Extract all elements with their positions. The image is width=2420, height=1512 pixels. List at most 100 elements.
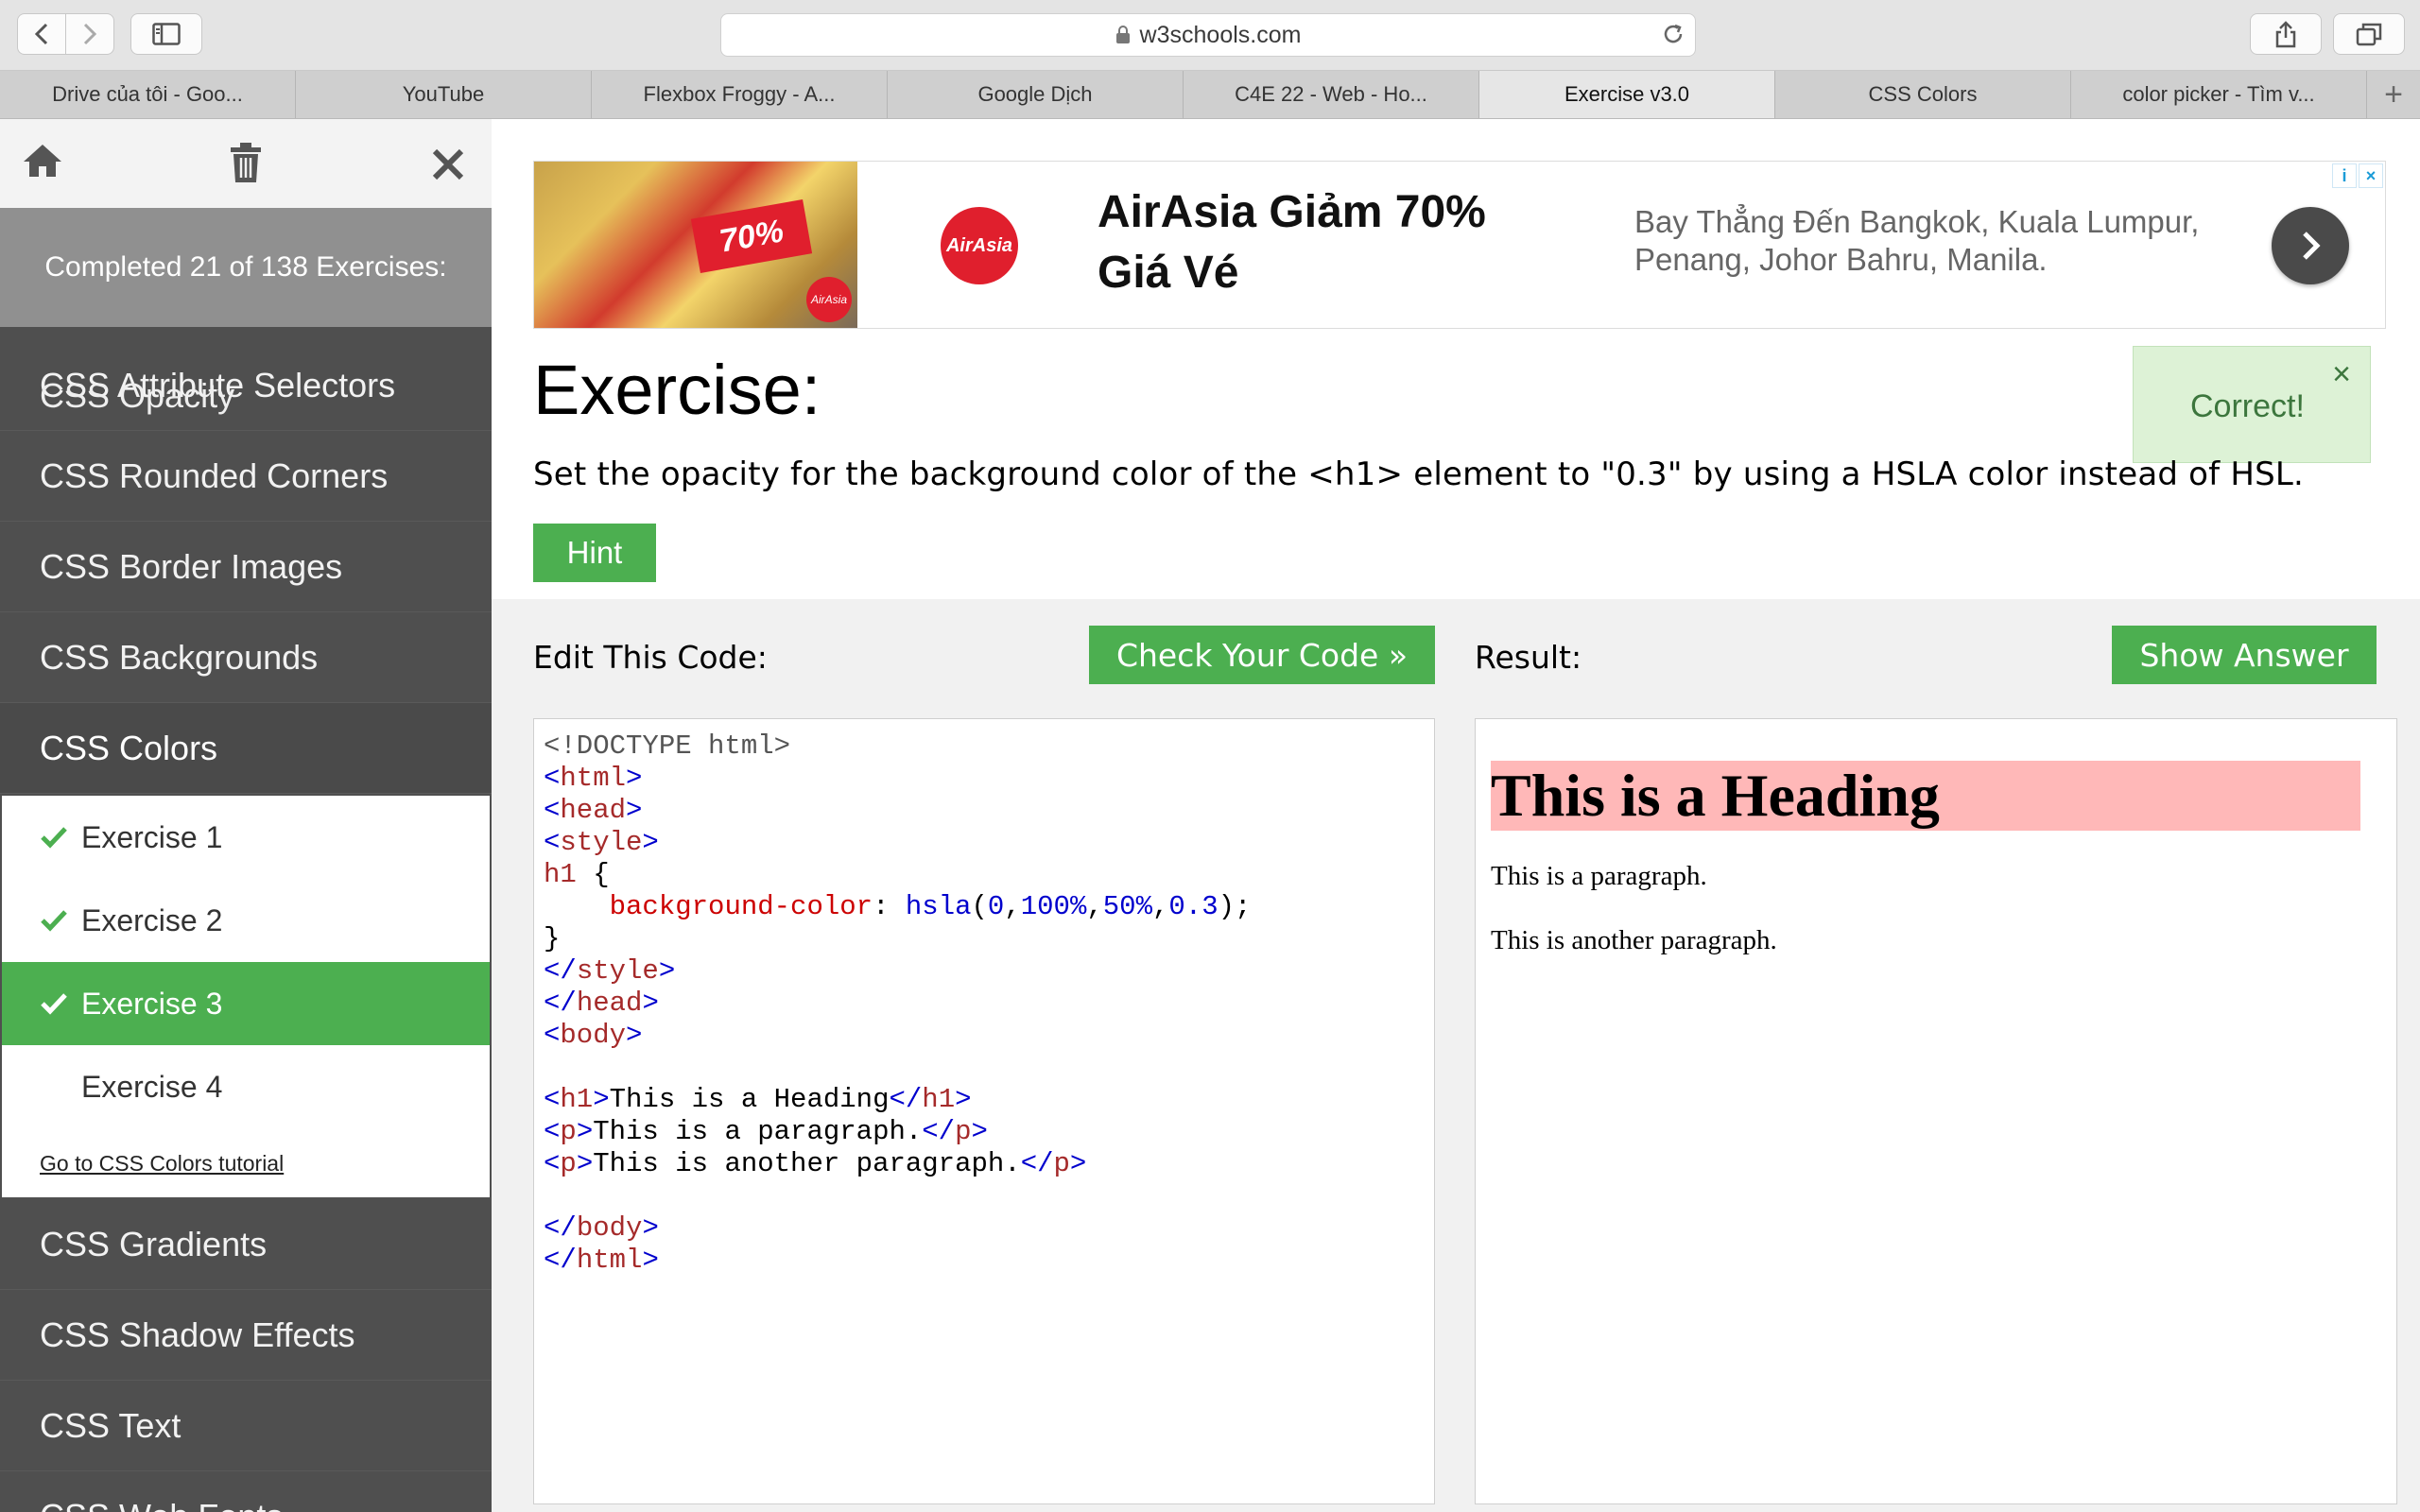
sidebar-toggle-button[interactable] [130, 13, 202, 55]
history-nav [17, 13, 114, 55]
tutorial-link[interactable]: Go to CSS Colors tutorial [40, 1151, 284, 1177]
code-p2-text: This is another paragraph. [593, 1148, 1021, 1179]
edit-code-label: Edit This Code: [533, 639, 768, 676]
ad-mini-logo: AirAsia [806, 277, 852, 322]
code-editor[interactable]: <!DOCTYPE html> <html> <head> <style> h1… [533, 718, 1435, 1504]
sidebar-item-gradients[interactable]: CSS Gradients [0, 1199, 492, 1290]
tab-bar: Drive của tôi - Goo... YouTube Flexbox F… [0, 71, 2420, 119]
correct-message: Correct! [2190, 388, 2305, 424]
code-value-fn: hsla [905, 891, 972, 922]
lock-icon [1115, 26, 1131, 44]
tab-c4e[interactable]: C4E 22 - Web - Ho... [1184, 71, 1479, 118]
result-paragraph-2: This is another paragraph. [1491, 925, 1777, 955]
ad-close-icon[interactable]: × [2359, 163, 2383, 188]
ad-image: 70% AirAsia [534, 162, 857, 328]
ad-description: Bay Thẳng Đến Bangkok, Kuala Lumpur, Pen… [1634, 204, 2200, 277]
code-value-arg: 0 [987, 891, 1005, 922]
sidebar-item-border-images[interactable]: CSS Border Images [0, 522, 492, 612]
checkmark-icon [40, 908, 81, 933]
exercise-subpanel: Exercise 1 Exercise 2 Exercise 3 Exercis… [0, 794, 492, 1199]
exercise-item-1[interactable]: Exercise 1 [2, 796, 490, 879]
code-property: background-color [609, 891, 873, 922]
ad-headline: AirAsia Giảm 70% Giá Vé [1098, 187, 1486, 298]
home-icon[interactable] [21, 142, 64, 180]
trash-icon[interactable] [227, 142, 265, 183]
show-answer-button[interactable]: Show Answer [2112, 626, 2377, 684]
result-paragraph-1: This is a paragraph. [1491, 861, 1707, 891]
chevron-left-icon [34, 23, 48, 45]
code-brace: { [576, 859, 610, 890]
sidebar-icon-bar [0, 119, 492, 208]
exercise-label: Exercise 4 [81, 1069, 223, 1104]
address-bar[interactable]: w3schools.com [720, 13, 1696, 57]
tab-youtube[interactable]: YouTube [296, 71, 592, 118]
sidebar-icon [152, 23, 181, 45]
tab-color-picker[interactable]: color picker - Tìm v... [2071, 71, 2367, 118]
tab-drive[interactable]: Drive của tôi - Goo... [0, 71, 296, 118]
code-tag: body [576, 1212, 643, 1244]
hint-button[interactable]: Hint [533, 524, 656, 582]
sidebar-item-web-fonts[interactable]: CSS Web Fonts [0, 1471, 492, 1512]
tab-exercise[interactable]: Exercise v3.0 [1479, 71, 1775, 118]
code-tag: html [576, 1245, 643, 1276]
code-tag: body [560, 1020, 627, 1051]
tab-overview-icon [2356, 23, 2382, 46]
code-value-arg: 0.3 [1168, 891, 1219, 922]
check-code-button[interactable]: Check Your Code » [1089, 626, 1435, 684]
result-preview: This is a Heading This is a paragraph. T… [1475, 718, 2397, 1504]
exercise-sidebar: Completed 21 of 138 Exercises: CSS Opaci… [0, 119, 492, 1512]
exercise-item-4[interactable]: Exercise 4 [2, 1045, 490, 1128]
correct-notification: Correct! × [2133, 346, 2371, 463]
exercise-instruction: Set the opacity for the background color… [533, 455, 2305, 493]
sidebar-item-shadow-effects[interactable]: CSS Shadow Effects [0, 1290, 492, 1381]
code-h1-text: This is a Heading [609, 1084, 890, 1115]
exercise-label: Exercise 2 [81, 902, 223, 937]
ad-banner[interactable]: 70% AirAsia AirAsia AirAsia Giảm 70% Giá… [533, 161, 2386, 329]
forward-button[interactable] [65, 13, 114, 55]
code-tag: head [576, 988, 643, 1019]
code-tag: style [560, 827, 643, 858]
sidebar-item-backgrounds[interactable]: CSS Backgrounds [0, 612, 492, 703]
code-p1-text: This is a paragraph. [593, 1116, 923, 1147]
ad-next-button[interactable] [2272, 207, 2349, 284]
sidebar-item-opacity[interactable]: CSS Opacity [40, 376, 234, 416]
airasia-logo: AirAsia [941, 207, 1018, 284]
checkmark-icon [40, 991, 81, 1016]
exercise-workspace: Edit This Code: Check Your Code » Result… [492, 599, 2420, 1512]
reload-icon[interactable] [1661, 22, 1685, 46]
code-text: <!DOCTYPE html> <html> <head> <style> h1… [544, 730, 1252, 1276]
main-content: 70% AirAsia AirAsia AirAsia Giảm 70% Giá… [492, 119, 2420, 1512]
new-tab-button[interactable]: + [2367, 71, 2420, 118]
exercise-label: Exercise 3 [81, 986, 223, 1021]
tab-css-colors[interactable]: CSS Colors [1775, 71, 2071, 118]
close-icon[interactable]: × [2332, 356, 2351, 393]
code-value-arg: 100% [1020, 891, 1087, 922]
exercise-item-3[interactable]: Exercise 3 [2, 962, 490, 1045]
chevron-right-icon [83, 23, 97, 45]
sidebar-list: CSS Attribute Selectors CSS Rounded Corn… [0, 340, 492, 1512]
sidebar-item-colors[interactable]: CSS Colors [0, 703, 492, 794]
result-heading: This is a Heading [1491, 761, 2360, 831]
tab-google-translate[interactable]: Google Dịch [888, 71, 1184, 118]
chevron-right-icon [2303, 232, 2321, 260]
url-text: w3schools.com [1139, 21, 1302, 48]
sidebar-item-text[interactable]: CSS Text [0, 1381, 492, 1471]
sidebar-item-rounded-corners[interactable]: CSS Rounded Corners [0, 431, 492, 522]
code-value-arg: 50% [1102, 891, 1152, 922]
share-icon [2275, 21, 2296, 48]
share-button[interactable] [2250, 13, 2322, 55]
ad-controls: i × [2332, 163, 2383, 188]
tab-flexbox-froggy[interactable]: Flexbox Froggy - A... [592, 71, 888, 118]
close-icon[interactable] [431, 147, 465, 181]
code-tag: html [560, 763, 627, 794]
code-doctype: <!DOCTYPE html> [544, 730, 791, 762]
exercise-title: Exercise: [533, 351, 821, 429]
exercise-item-2[interactable]: Exercise 2 [2, 879, 490, 962]
result-label: Result: [1475, 639, 1582, 676]
back-button[interactable] [17, 13, 65, 55]
browser-toolbar: w3schools.com [0, 0, 2420, 71]
ad-discount-tag: 70% [690, 199, 813, 273]
ad-info-icon[interactable]: i [2332, 163, 2357, 188]
code-brace: } [544, 923, 561, 954]
tab-overview-button[interactable] [2333, 13, 2405, 55]
